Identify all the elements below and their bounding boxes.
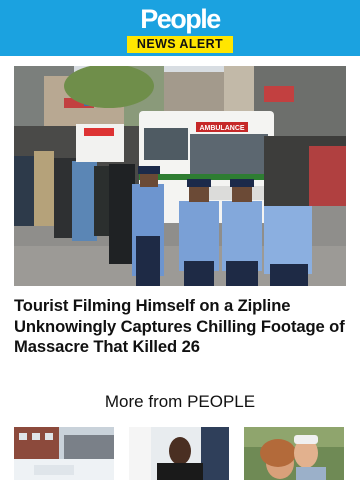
thumbnail-young-man[interactable] [129,427,229,480]
news-alert-badge: NEWS ALERT [127,36,233,53]
more-from-people-heading: More from PEOPLE [104,392,256,411]
thumbnail-couple-selfie[interactable] [244,427,344,480]
header-bar: People NEWS ALERT [0,0,360,56]
ambulance-sign: AMBULANCE [199,125,244,132]
thumbnail-snowy-building[interactable] [14,427,114,480]
article-headline[interactable]: Tourist Filming Himself on a Zipline Unk… [14,296,348,358]
people-logo[interactable]: People [0,4,360,35]
hero-image[interactable]: AMBULANCE [14,66,346,286]
